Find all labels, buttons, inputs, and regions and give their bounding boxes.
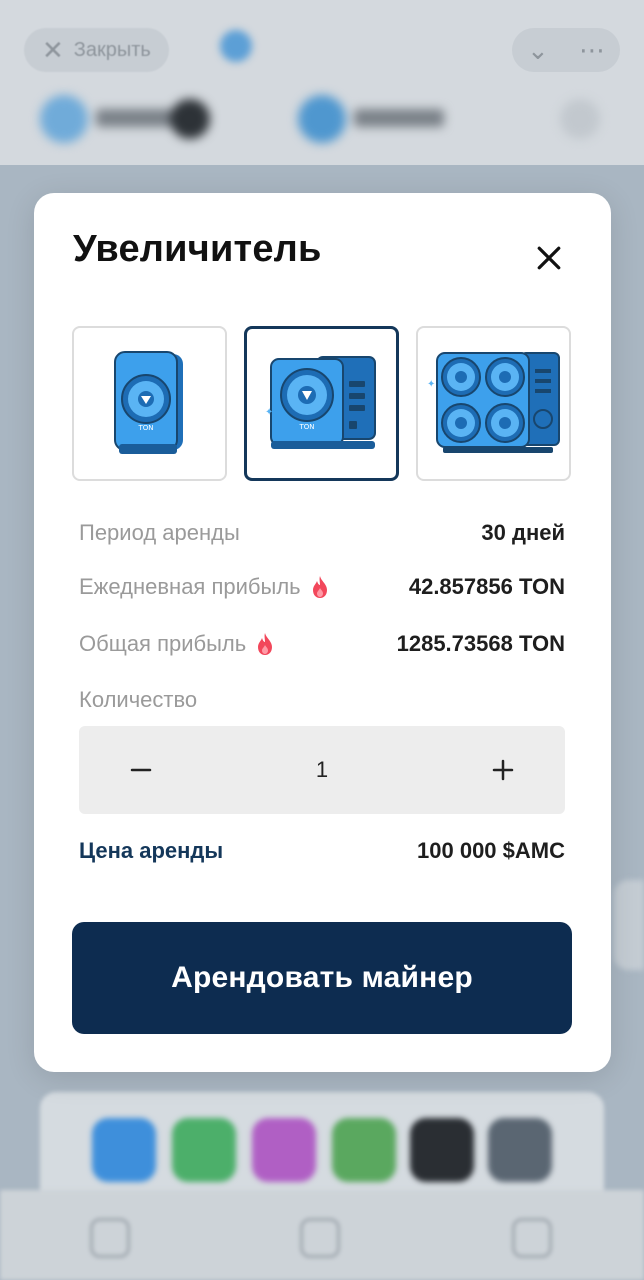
decrease-quantity-button[interactable] <box>101 726 181 814</box>
small-miner-icon: TON <box>113 350 183 454</box>
total-profit-value: 1285.73568 TON <box>396 631 565 656</box>
miner-selector: TON TON ✦ ✦ <box>72 326 572 481</box>
booster-modal: Увеличитель TON TON ✦ ✦ Период аренды 30… <box>34 193 611 1072</box>
background-side-tab <box>614 880 644 970</box>
large-miner-icon: ✦ <box>427 351 560 453</box>
miner-option-large[interactable]: ✦ <box>416 326 571 481</box>
more-icon: ⋯ <box>578 34 605 65</box>
background-close-label: Закрыть <box>73 38 151 61</box>
miner-option-medium[interactable]: TON ✦ <box>244 326 399 481</box>
rent-price-label: Цена аренды <box>79 838 224 863</box>
background-close-button: ✕ Закрыть <box>24 28 169 72</box>
background-title <box>220 30 262 62</box>
modal-title: Увеличитель <box>73 228 322 270</box>
instagram-icon <box>252 1118 316 1182</box>
close-icon: ✕ <box>42 34 64 65</box>
svg-text:✦: ✦ <box>427 379 435 390</box>
quantity-label: Количество <box>79 687 198 712</box>
minus-icon <box>130 768 152 772</box>
telegram-icon <box>92 1118 156 1182</box>
svg-text:✦: ✦ <box>265 407 273 418</box>
rent-period-row: Период аренды 30 дней <box>79 520 565 546</box>
background-bottom-nav <box>0 1190 644 1280</box>
rent-period-label: Период аренды <box>79 520 240 545</box>
background-menu: ⌄ ⋯ <box>512 28 620 72</box>
chevron-down-icon: ⌄ <box>527 34 549 65</box>
quantity-stepper: 1 <box>79 726 565 814</box>
daily-profit-label-group: Ежедневная прибыль <box>79 574 329 600</box>
total-profit-row: Общая прибыль 1285.73568 TON <box>79 631 565 657</box>
daily-profit-row: Ежедневная прибыль 42.857856 TON <box>79 574 565 600</box>
total-profit-label: Общая прибыль <box>79 631 247 656</box>
app-logo <box>220 30 252 62</box>
svg-text:TON: TON <box>298 423 314 431</box>
total-profit-label-group: Общая прибыль <box>79 631 274 657</box>
x-icon <box>410 1118 474 1182</box>
medium-miner-icon: TON ✦ <box>265 355 376 449</box>
fire-icon <box>312 576 327 598</box>
daily-profit-value: 42.857856 TON <box>408 574 565 599</box>
close-button[interactable] <box>528 237 570 279</box>
svg-text:TON: TON <box>137 424 153 432</box>
rent-period-value: 30 дней <box>481 520 565 545</box>
rent-price-row: Цена аренды 100 000 $AMC <box>79 838 565 864</box>
fire-icon <box>258 633 273 655</box>
link-icon <box>488 1118 552 1182</box>
plus-icon <box>492 759 514 781</box>
background-balance-row <box>0 95 644 155</box>
daily-profit-label: Ежедневная прибыль <box>79 574 301 599</box>
increase-quantity-button[interactable] <box>463 726 543 814</box>
rent-miner-button[interactable]: Арендовать майнер <box>72 922 572 1034</box>
miner-option-small[interactable]: TON <box>72 326 227 481</box>
close-icon <box>537 246 561 270</box>
chat-icon <box>332 1118 396 1182</box>
rent-price-value: 100 000 $AMC <box>417 838 565 863</box>
whatsapp-icon <box>172 1118 236 1182</box>
